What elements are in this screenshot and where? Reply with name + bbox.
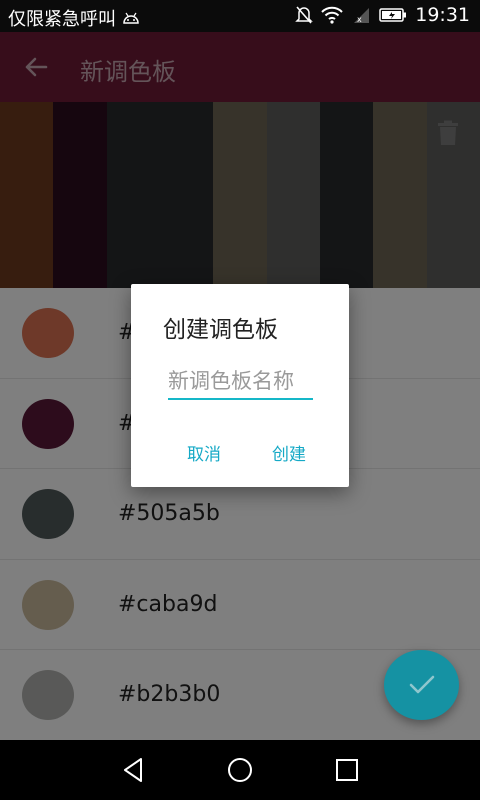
status-right: x 19:31 xyxy=(295,4,470,26)
cancel-button[interactable]: 取消 xyxy=(187,440,221,465)
svg-text:x: x xyxy=(357,15,362,24)
create-palette-dialog: 创建调色板 取消 创建 xyxy=(131,284,349,487)
home-circle-icon[interactable] xyxy=(226,756,254,784)
carrier-text: 仅限紧急呼叫 xyxy=(8,9,116,30)
battery-icon xyxy=(379,8,407,22)
create-button[interactable]: 创建 xyxy=(272,440,306,465)
clock-text: 19:31 xyxy=(415,4,470,26)
android-debug-icon xyxy=(123,12,139,24)
back-triangle-icon[interactable] xyxy=(119,756,147,784)
system-nav-bar xyxy=(0,740,480,800)
status-left: 仅限紧急呼叫 xyxy=(8,5,140,31)
dialog-title: 创建调色板 xyxy=(163,317,278,343)
mute-icon xyxy=(295,6,314,24)
recents-square-icon[interactable] xyxy=(333,756,361,784)
palette-name-input[interactable] xyxy=(168,364,313,400)
dialog-actions: 取消 创建 xyxy=(131,440,349,470)
status-bar: 仅限紧急呼叫 x 19:31 xyxy=(0,0,480,32)
wifi-icon xyxy=(321,6,343,24)
confirm-fab-button[interactable] xyxy=(384,650,459,720)
check-icon xyxy=(409,675,434,694)
signal-icon: x xyxy=(354,8,370,24)
